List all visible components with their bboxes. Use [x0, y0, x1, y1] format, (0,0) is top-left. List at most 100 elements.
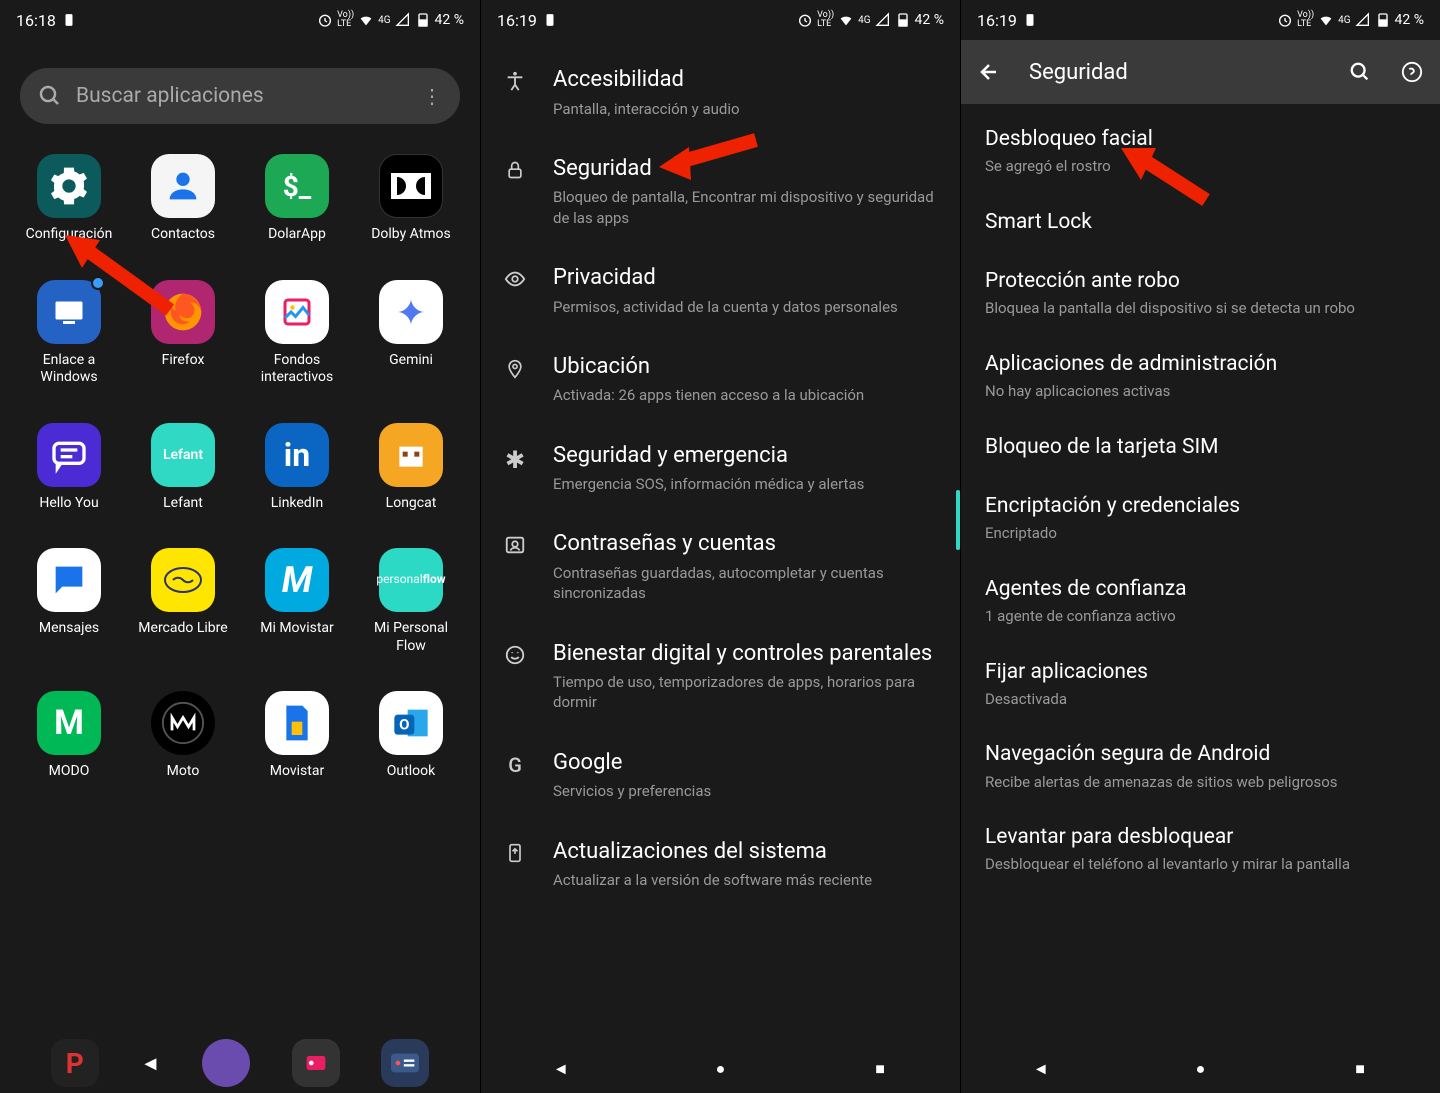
- sec-smart-lock[interactable]: Smart Lock: [961, 193, 1440, 252]
- app-modo[interactable]: M MODO: [16, 691, 122, 781]
- sec-title: Aplicaciones de administración: [985, 351, 1416, 378]
- accounts-icon: [504, 534, 526, 556]
- nav-back[interactable]: ◄: [1029, 1057, 1053, 1081]
- back-button[interactable]: [977, 60, 1001, 84]
- sec-sim-lock[interactable]: Bloqueo de la tarjeta SIM: [961, 418, 1440, 477]
- movistar-icon: M: [265, 548, 329, 612]
- app-mi-movistar[interactable]: M Mi Movistar: [244, 548, 350, 655]
- nav-home[interactable]: ●: [1188, 1057, 1212, 1081]
- help-button[interactable]: [1400, 60, 1424, 84]
- app-label: Gemini: [389, 352, 433, 370]
- app-dolarapp[interactable]: $_ DolarApp: [244, 154, 350, 244]
- sim-icon: [543, 13, 557, 27]
- app-enlace-windows[interactable]: Enlace a Windows: [16, 280, 122, 387]
- lefant-icon: Lefant: [151, 423, 215, 487]
- signal-icon: [875, 12, 891, 28]
- messages-icon: [37, 548, 101, 612]
- chat-icon: [37, 423, 101, 487]
- search-button[interactable]: [1348, 60, 1372, 84]
- windows-link-icon: [37, 280, 101, 344]
- setting-emergencia[interactable]: ✱ Seguridad y emergencia Emergencia SOS,…: [481, 424, 960, 513]
- app-gemini[interactable]: Gemini: [358, 280, 464, 387]
- sec-sub: No hay aplicaciones activas: [985, 382, 1416, 402]
- app-fondos[interactable]: Fondos interactivos: [244, 280, 350, 387]
- setting-sub: Emergencia SOS, información médica y ale…: [553, 474, 940, 494]
- screen-settings: 16:19 Vo))LTE 4G 42 % Accesibilidad Pant…: [480, 0, 960, 1093]
- sec-proteccion-robo[interactable]: Protección ante robo Bloquea la pantalla…: [961, 252, 1440, 335]
- status-time: 16:19: [977, 11, 1017, 30]
- sec-sub: Recibe alertas de amenazas de sitios web…: [985, 773, 1416, 793]
- setting-ubicacion[interactable]: Ubicación Activada: 26 apps tienen acces…: [481, 335, 960, 424]
- sec-desbloqueo-facial[interactable]: Desbloqueo facial Se agregó el rostro: [961, 110, 1440, 193]
- wellbeing-icon: [504, 644, 526, 666]
- app-personal-flow[interactable]: personalflow Mi Personal Flow: [358, 548, 464, 655]
- sec-title: Smart Lock: [985, 209, 1416, 236]
- battery-pct: 42 %: [1395, 12, 1424, 28]
- alarm-icon: [797, 12, 813, 28]
- nav-recents[interactable]: ■: [868, 1057, 892, 1081]
- app-hello-you[interactable]: Hello You: [16, 423, 122, 513]
- sec-encriptacion[interactable]: Encriptación y credenciales Encriptado: [961, 477, 1440, 560]
- dock-app-4[interactable]: [381, 1039, 429, 1087]
- sec-sub: 1 agente de confianza activo: [985, 607, 1416, 627]
- net-label: 4G: [1338, 15, 1350, 26]
- setting-bienestar[interactable]: Bienestar digital y controles parentales…: [481, 622, 960, 731]
- more-icon[interactable]: ⋮: [422, 84, 442, 108]
- status-time: 16:19: [497, 11, 537, 30]
- sec-levantar-desbloquear[interactable]: Levantar para desbloquear Desbloquear el…: [961, 808, 1440, 891]
- app-dolby[interactable]: Dolby Atmos: [358, 154, 464, 244]
- sec-navegacion-segura[interactable]: Navegación segura de Android Recibe aler…: [961, 725, 1440, 808]
- svg-text:O: O: [399, 716, 409, 734]
- setting-actualizaciones[interactable]: Actualizaciones del sistema Actualizar a…: [481, 820, 960, 909]
- sec-title: Encriptación y credenciales: [985, 493, 1416, 520]
- nav-home[interactable]: ●: [708, 1057, 732, 1081]
- app-label: Contactos: [151, 226, 215, 244]
- battery-icon: [415, 12, 431, 28]
- app-moto[interactable]: Moto: [130, 691, 236, 781]
- setting-sub: Servicios y preferencias: [553, 781, 940, 801]
- app-linkedin[interactable]: in LinkedIn: [244, 423, 350, 513]
- sec-agentes-confianza[interactable]: Agentes de confianza 1 agente de confian…: [961, 560, 1440, 643]
- dock-app-2[interactable]: [202, 1039, 250, 1087]
- wifi-icon: [1318, 12, 1334, 28]
- status-bar: 16:18 Vo))LTE 4G 42 %: [0, 0, 480, 40]
- longcat-icon: [379, 423, 443, 487]
- sec-fijar-apps[interactable]: Fijar aplicaciones Desactivada: [961, 643, 1440, 726]
- signal-icon: [395, 12, 411, 28]
- nav-back[interactable]: ◄: [549, 1057, 573, 1081]
- setting-title: Ubicación: [553, 353, 940, 382]
- setting-accesibilidad[interactable]: Accesibilidad Pantalla, interacción y au…: [481, 48, 960, 137]
- setting-google[interactable]: G Google Servicios y preferencias: [481, 731, 960, 820]
- nav-back[interactable]: ◄: [140, 1051, 160, 1076]
- net-label: 4G: [378, 15, 390, 26]
- app-firefox[interactable]: Firefox: [130, 280, 236, 387]
- app-mensajes[interactable]: Mensajes: [16, 548, 122, 655]
- app-outlook[interactable]: O Outlook: [358, 691, 464, 781]
- nav-recents[interactable]: ■: [1348, 1057, 1372, 1081]
- setting-privacidad[interactable]: Privacidad Permisos, actividad de la cue…: [481, 246, 960, 335]
- app-mercado-libre[interactable]: Mercado Libre: [130, 548, 236, 655]
- linkedin-icon: in: [265, 423, 329, 487]
- app-lefant[interactable]: Lefant Lefant: [130, 423, 236, 513]
- moto-icon: [151, 691, 215, 755]
- app-longcat[interactable]: Longcat: [358, 423, 464, 513]
- dock-app-1[interactable]: P: [51, 1039, 99, 1087]
- update-icon: [505, 842, 525, 864]
- sec-sub: Desbloquear el teléfono al levantarlo y …: [985, 855, 1416, 875]
- outlook-icon: O: [379, 691, 443, 755]
- dolby-icon: [379, 154, 443, 218]
- wallpaper-icon: [265, 280, 329, 344]
- setting-cuentas[interactable]: Contraseñas y cuentas Contraseñas guarda…: [481, 512, 960, 621]
- search-bar[interactable]: Buscar aplicaciones ⋮: [20, 68, 460, 124]
- app-configuracion[interactable]: Configuración: [16, 154, 122, 244]
- setting-sub: Bloqueo de pantalla, Encontrar mi dispos…: [553, 187, 940, 228]
- setting-title: Accesibilidad: [553, 66, 940, 95]
- sec-title: Agentes de confianza: [985, 576, 1416, 603]
- setting-seguridad[interactable]: Seguridad Bloqueo de pantalla, Encontrar…: [481, 137, 960, 246]
- dock-app-3[interactable]: [292, 1039, 340, 1087]
- app-movistar2[interactable]: Movistar: [244, 691, 350, 781]
- app-contactos[interactable]: Contactos: [130, 154, 236, 244]
- sec-admin-apps[interactable]: Aplicaciones de administración No hay ap…: [961, 335, 1440, 418]
- volte-icon: Vo))LTE: [1297, 11, 1314, 29]
- sec-title: Bloqueo de la tarjeta SIM: [985, 434, 1416, 461]
